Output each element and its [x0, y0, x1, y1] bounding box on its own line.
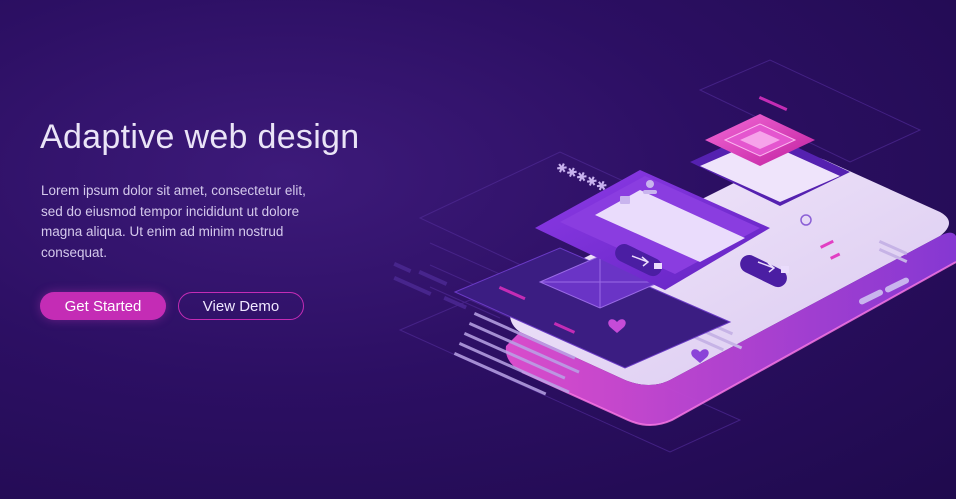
lock-icon	[620, 196, 630, 204]
password-mask: ✱✱✱✱✱	[553, 160, 609, 196]
background-text-lines	[393, 262, 467, 310]
lock-icon-2	[781, 266, 789, 273]
isometric-illustration: ✱✱✱✱✱	[393, 59, 956, 453]
